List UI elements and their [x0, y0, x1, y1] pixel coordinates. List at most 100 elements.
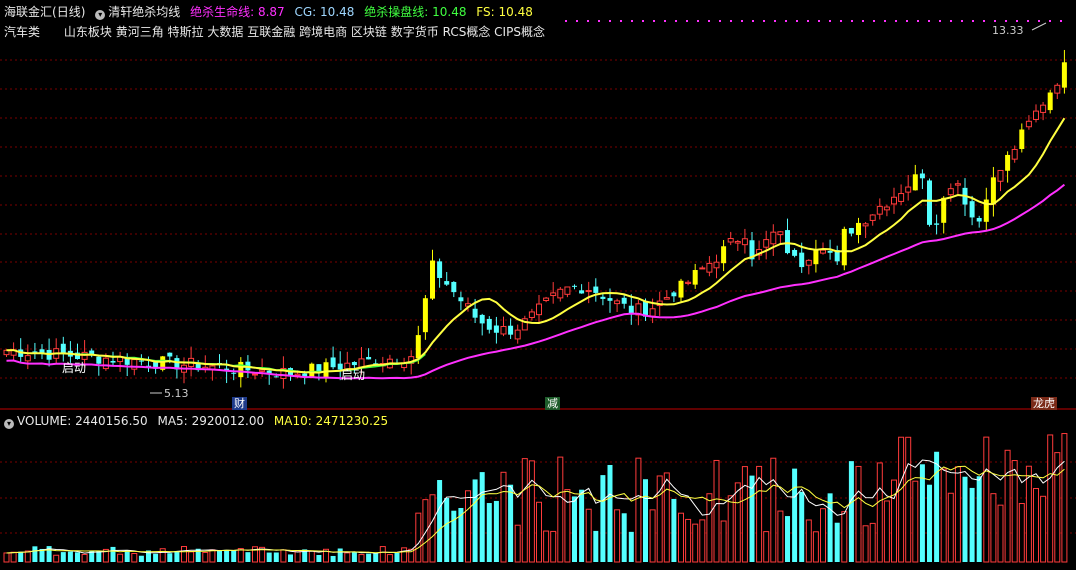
- candle-body[interactable]: [614, 300, 621, 305]
- volume-bar[interactable]: [153, 553, 159, 562]
- candle-body[interactable]: [309, 363, 315, 378]
- volume-bar[interactable]: [3, 552, 10, 563]
- volume-bar[interactable]: [713, 459, 720, 563]
- volume-bar[interactable]: [422, 499, 429, 563]
- volume-bar[interactable]: [18, 551, 24, 562]
- volume-bar[interactable]: [202, 551, 209, 563]
- volume-bar[interactable]: [792, 468, 798, 562]
- candle-body[interactable]: [138, 360, 144, 362]
- volume-bar[interactable]: [1033, 488, 1039, 563]
- volume-bar[interactable]: [288, 554, 293, 562]
- longhu-marker[interactable]: 龙虎: [1031, 397, 1057, 410]
- candle-body[interactable]: [564, 286, 571, 295]
- volume-bar[interactable]: [812, 531, 819, 563]
- candle-body[interactable]: [528, 311, 535, 318]
- candle-body[interactable]: [323, 362, 329, 377]
- candle-body[interactable]: [934, 223, 940, 225]
- volume-bar[interactable]: [685, 518, 692, 563]
- candle-body[interactable]: [671, 292, 677, 297]
- candle-body[interactable]: [24, 355, 31, 362]
- candle-body[interactable]: [607, 298, 613, 301]
- candle-body[interactable]: [713, 261, 720, 269]
- volume-bar[interactable]: [1061, 433, 1068, 563]
- volume-bar[interactable]: [138, 555, 144, 562]
- candle-body[interactable]: [706, 262, 713, 273]
- candle-body[interactable]: [458, 297, 464, 302]
- volume-bar[interactable]: [32, 546, 38, 562]
- candle-body[interactable]: [252, 373, 258, 376]
- volume-bar[interactable]: [770, 457, 777, 563]
- candle-body[interactable]: [876, 205, 883, 215]
- volume-bar[interactable]: [1011, 460, 1018, 563]
- volume-bar[interactable]: [465, 490, 471, 563]
- volume-bar[interactable]: [876, 462, 883, 563]
- volume-bar[interactable]: [379, 546, 386, 563]
- volume-settings-gear-icon[interactable]: ▾: [4, 419, 14, 429]
- volume-bar[interactable]: [621, 513, 627, 562]
- volume-bar[interactable]: [273, 552, 279, 562]
- volume-bar[interactable]: [614, 509, 621, 563]
- volume-bar[interactable]: [692, 523, 699, 563]
- candle-body[interactable]: [238, 361, 244, 378]
- candle-body[interactable]: [479, 314, 485, 324]
- volume-bar[interactable]: [536, 501, 542, 563]
- volume-bar[interactable]: [990, 493, 997, 563]
- candle-body[interactable]: [649, 308, 656, 317]
- volume-bar[interactable]: [437, 480, 443, 562]
- candle-body[interactable]: [231, 372, 237, 374]
- volume-bar[interactable]: [237, 548, 244, 563]
- volume-bar[interactable]: [174, 551, 180, 562]
- candle-body[interactable]: [110, 360, 116, 363]
- volume-bar[interactable]: [649, 509, 656, 563]
- volume-bar[interactable]: [394, 552, 400, 562]
- volume-bar[interactable]: [834, 522, 840, 562]
- volume-bar[interactable]: [1054, 452, 1061, 563]
- candle-body[interactable]: [1047, 92, 1053, 111]
- volume-bar[interactable]: [600, 475, 606, 562]
- candle-body[interactable]: [898, 193, 905, 202]
- candle-body[interactable]: [167, 352, 173, 357]
- volume-bar[interactable]: [720, 520, 727, 563]
- candle-body[interactable]: [685, 281, 692, 284]
- candle-body[interactable]: [600, 296, 606, 299]
- candle-body[interactable]: [862, 223, 869, 227]
- volume-bar[interactable]: [628, 531, 634, 562]
- volume-bar[interactable]: [1018, 503, 1025, 563]
- candle-body[interactable]: [621, 297, 627, 304]
- candle-body[interactable]: [572, 285, 577, 287]
- candle-body[interactable]: [785, 230, 790, 254]
- volume-bar[interactable]: [883, 500, 890, 563]
- volume-bar[interactable]: [24, 550, 31, 563]
- volume-bar[interactable]: [643, 479, 648, 562]
- volume-bar[interactable]: [366, 553, 372, 562]
- volume-bar[interactable]: [167, 553, 173, 562]
- candle-body[interactable]: [827, 250, 833, 253]
- volume-bar[interactable]: [699, 519, 706, 563]
- volume-bar[interactable]: [763, 531, 770, 563]
- volume-bar[interactable]: [799, 491, 805, 562]
- candle-body[interactable]: [1033, 110, 1039, 120]
- volume-bar[interactable]: [131, 552, 138, 563]
- volume-bar[interactable]: [110, 546, 116, 562]
- candle-body[interactable]: [856, 222, 861, 236]
- volume-bar[interactable]: [231, 550, 237, 562]
- volume-bar[interactable]: [927, 484, 932, 562]
- candle-body[interactable]: [444, 281, 450, 285]
- candle-body[interactable]: [550, 292, 557, 297]
- candle-body[interactable]: [1005, 154, 1011, 171]
- volume-bar[interactable]: [351, 552, 357, 562]
- candle-body[interactable]: [96, 356, 102, 364]
- volume-bar[interactable]: [855, 465, 862, 563]
- volume-bar[interactable]: [316, 555, 322, 562]
- candle-body[interactable]: [451, 281, 457, 293]
- volume-bar[interactable]: [734, 482, 741, 563]
- volume-bar[interactable]: [472, 479, 478, 562]
- volume-bar[interactable]: [224, 549, 230, 562]
- volume-bar[interactable]: [181, 546, 187, 563]
- volume-bar[interactable]: [386, 554, 393, 563]
- volume-bar[interactable]: [81, 553, 88, 563]
- candle-body[interactable]: [770, 231, 777, 245]
- volume-bar[interactable]: [245, 552, 251, 562]
- volume-bar[interactable]: [940, 468, 947, 563]
- candle-body[interactable]: [1019, 129, 1025, 149]
